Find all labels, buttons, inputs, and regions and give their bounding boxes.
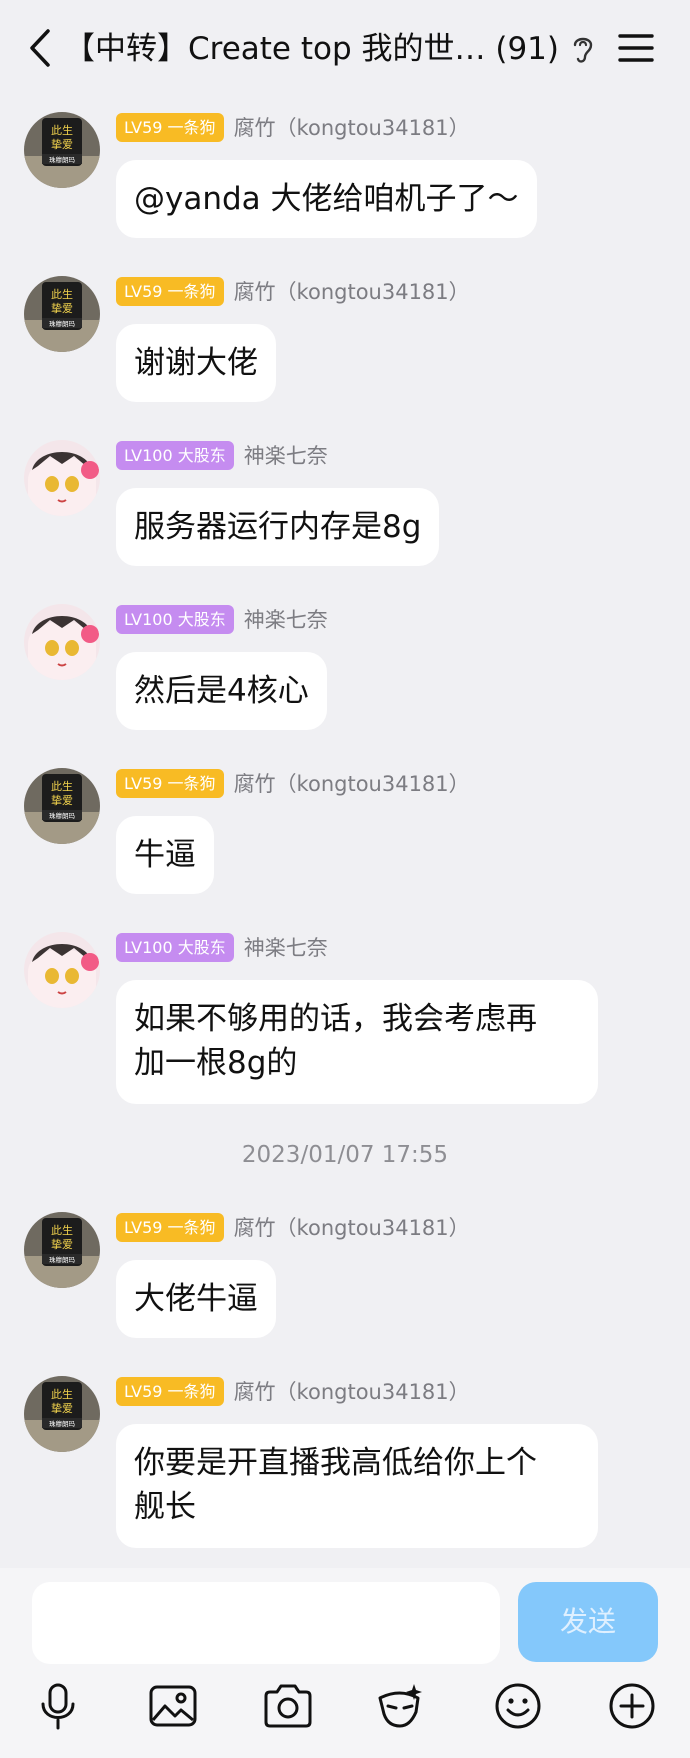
level-badge: LV100 大股东 xyxy=(116,604,234,634)
message-bubble[interactable]: @yanda 大佬给咱机子了～ xyxy=(116,160,537,238)
level-badge: LV100 大股东 xyxy=(116,932,234,962)
avatar-bottom-label: 珠穆朗玛 xyxy=(49,1255,76,1264)
level-badge: LV59 一条狗 xyxy=(116,1376,224,1406)
avatar[interactable] xyxy=(24,604,100,680)
avatar-mid-label: 挚爱 xyxy=(51,138,73,151)
mask-icon[interactable] xyxy=(374,1680,426,1732)
level-badge: LV100 大股东 xyxy=(116,440,234,470)
input-bar: 发送 xyxy=(0,1568,690,1758)
avatar[interactable]: 此生 挚爱 珠穆朗玛 xyxy=(24,768,100,844)
sender-name[interactable]: 腐竹（kongtou34181） xyxy=(234,768,470,798)
avatar[interactable] xyxy=(24,932,100,1008)
avatar-bottom-label: 珠穆朗玛 xyxy=(49,155,76,164)
avatar-bottom-label: 珠穆朗玛 xyxy=(49,319,76,328)
avatar-mid-label: 挚爱 xyxy=(51,794,73,807)
sender-name[interactable]: 腐竹（kongtou34181） xyxy=(234,1212,470,1242)
menu-icon[interactable] xyxy=(618,32,654,64)
chat-header: 【中转】Create top 我的世… (91) xyxy=(0,0,690,98)
message-bubble[interactable]: 你要是开直播我高低给你上个 舰长 xyxy=(116,1424,598,1548)
avatar-top-label: 此生 xyxy=(51,287,73,301)
message-bubble[interactable]: 服务器运行内存是8g xyxy=(116,488,440,566)
send-button[interactable]: 发送 xyxy=(518,1582,658,1662)
message-text-line: 你要是开直播我高低给你上个 xyxy=(134,1445,537,1481)
message-text-line: 如果不够用的话，我会考虑再 xyxy=(134,1001,537,1037)
avatar-top-label: 此生 xyxy=(51,1387,73,1401)
sender-name[interactable]: 神楽七奈 xyxy=(244,932,328,962)
sender-name[interactable]: 腐竹（kongtou34181） xyxy=(234,276,470,306)
avatar[interactable]: 此生 挚爱 珠穆朗玛 xyxy=(24,1376,100,1452)
avatar[interactable]: 此生 挚爱 珠穆朗玛 xyxy=(24,1212,100,1288)
avatar-mid-label: 挚爱 xyxy=(51,1402,73,1415)
microphone-icon[interactable] xyxy=(32,1680,84,1732)
sender-name[interactable]: 神楽七奈 xyxy=(244,604,328,634)
level-badge: LV59 一条狗 xyxy=(116,276,224,306)
message-bubble[interactable]: 如果不够用的话，我会考虑再 加一根8g的 xyxy=(116,980,598,1104)
avatar-top-label: 此生 xyxy=(51,779,73,793)
avatar[interactable]: 此生 挚爱 珠穆朗玛 xyxy=(24,276,100,352)
message-text: 服务器运行内存是8g xyxy=(134,509,422,545)
message-text: 谢谢大佬 xyxy=(134,345,258,381)
image-icon[interactable] xyxy=(147,1680,199,1732)
chat-title[interactable]: 【中转】Create top 我的世… (91) xyxy=(64,24,574,74)
message-text: @yanda 大佬给咱机子了～ xyxy=(134,181,519,217)
message-input[interactable] xyxy=(32,1582,500,1664)
avatar-mid-label: 挚爱 xyxy=(51,1238,73,1251)
message-bubble[interactable]: 大佬牛逼 xyxy=(116,1260,276,1338)
sender-name[interactable]: 腐竹（kongtou34181） xyxy=(234,112,470,142)
message-bubble[interactable]: 牛逼 xyxy=(116,816,214,894)
message-text-line: 舰长 xyxy=(134,1489,196,1525)
avatar-mid-label: 挚爱 xyxy=(51,302,73,315)
level-badge: LV59 一条狗 xyxy=(116,112,224,142)
camera-icon[interactable] xyxy=(262,1680,314,1732)
avatar[interactable] xyxy=(24,440,100,516)
plus-icon[interactable] xyxy=(606,1680,658,1732)
ear-icon[interactable] xyxy=(570,32,596,66)
avatar-top-label: 此生 xyxy=(51,1223,73,1237)
message-bubble[interactable]: 然后是4核心 xyxy=(116,652,327,730)
message-bubble[interactable]: 谢谢大佬 xyxy=(116,324,276,402)
avatar-bottom-label: 珠穆朗玛 xyxy=(49,1419,76,1428)
message-text: 牛逼 xyxy=(134,837,196,873)
message-text: 大佬牛逼 xyxy=(134,1281,258,1317)
level-badge: LV59 一条狗 xyxy=(116,768,224,798)
sender-name[interactable]: 腐竹（kongtou34181） xyxy=(234,1376,470,1406)
back-arrow-icon[interactable] xyxy=(26,28,56,68)
avatar-bottom-label: 珠穆朗玛 xyxy=(49,811,76,820)
message-text: 然后是4核心 xyxy=(134,673,309,709)
avatar[interactable]: 此生 挚爱 珠穆朗玛 xyxy=(24,112,100,188)
timestamp: 2023/01/07 17:55 xyxy=(241,1142,449,1168)
level-badge: LV59 一条狗 xyxy=(116,1212,224,1242)
message-text-line: 加一根8g的 xyxy=(134,1045,298,1081)
avatar-top-label: 此生 xyxy=(51,123,73,137)
sender-name[interactable]: 神楽七奈 xyxy=(244,440,328,470)
emoji-icon[interactable] xyxy=(492,1680,544,1732)
